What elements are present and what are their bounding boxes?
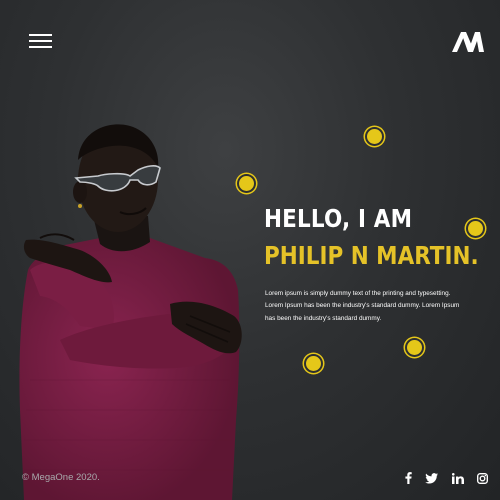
decorative-dot	[239, 176, 254, 191]
decorative-dot	[306, 356, 321, 371]
hero-description-line: Lorem Ipsum has been the industry's stan…	[265, 302, 460, 310]
hero-person-image	[19, 124, 242, 500]
instagram-icon[interactable]	[476, 472, 488, 484]
hero-description: Lorem ipsum is simply dummy text of the …	[265, 288, 490, 325]
twitter-icon[interactable]	[424, 472, 438, 484]
facebook-icon[interactable]	[402, 472, 414, 484]
hero-name: PHILIP N MARTIN.	[264, 241, 479, 270]
decorative-dot	[407, 340, 422, 355]
copyright-text: © MegaOne 2020.	[22, 472, 100, 483]
hero-description-line: has been the industry's standard dummy.	[265, 314, 382, 322]
menu-button[interactable]	[29, 34, 52, 48]
hamburger-line	[29, 40, 52, 42]
hero-description-line: Lorem ipsum is simply dummy text of the …	[265, 290, 451, 297]
hamburger-line	[29, 46, 52, 48]
hero-greeting: HELLO, I AM	[264, 204, 413, 233]
hamburger-line	[29, 34, 52, 36]
decorative-dot	[468, 221, 483, 236]
megaone-logo-icon[interactable]	[452, 32, 484, 52]
linkedin-icon[interactable]	[451, 472, 464, 484]
decorative-dot	[367, 129, 382, 144]
